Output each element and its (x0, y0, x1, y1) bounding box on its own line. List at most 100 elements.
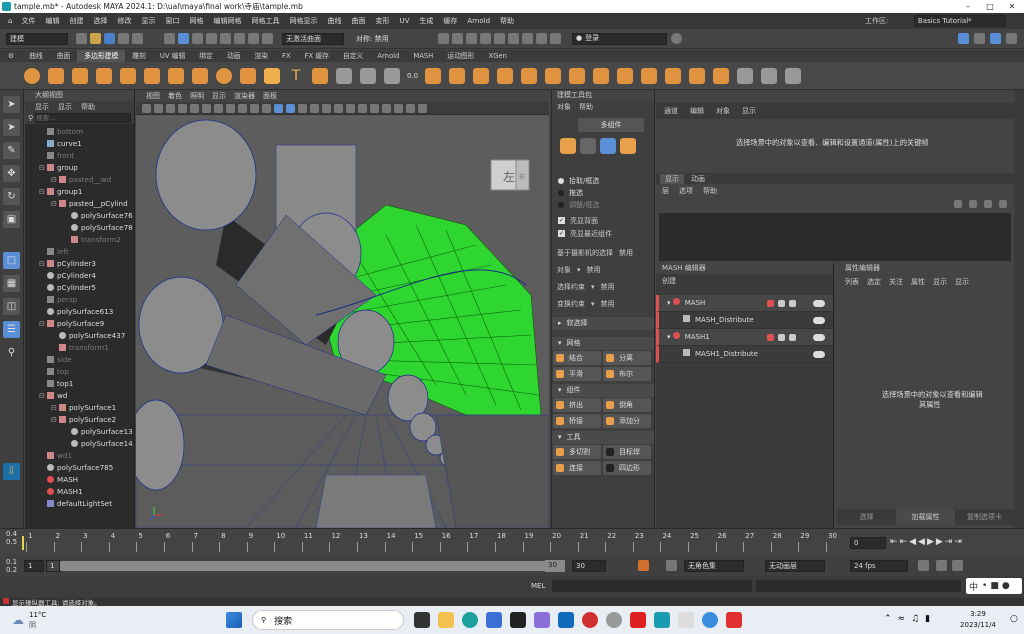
lasso-tool-icon[interactable]: ➤ (3, 119, 20, 136)
attribute-menu-item[interactable]: 显示 (933, 277, 947, 287)
shelf-tab[interactable]: 渲染 (247, 50, 275, 62)
outliner-item[interactable]: pCylinder4 (25, 270, 134, 282)
connect-button[interactable]: 连接 (553, 461, 601, 475)
safe-action-icon[interactable] (249, 103, 259, 113)
combine-button[interactable]: 结合 (553, 351, 601, 365)
expand-icon[interactable]: ⊟ (39, 318, 47, 330)
outliner-item[interactable]: polySurface76 (25, 210, 134, 222)
select-mode-radio[interactable]: 拾取/框选 (552, 175, 654, 187)
shelf-tab[interactable]: XGen (481, 50, 513, 62)
select-mode-radio[interactable]: 拖选 (552, 187, 654, 199)
smooth-icon[interactable] (473, 67, 490, 84)
viewport-menu-item[interactable]: 面板 (259, 90, 281, 102)
menu-item[interactable]: Arnold (462, 13, 495, 29)
expand-icon[interactable]: ⊟ (39, 390, 47, 402)
outliner-item[interactable]: polySurface437 (25, 330, 134, 342)
menu-item[interactable]: 编辑 (40, 13, 64, 29)
mt-menu-help[interactable]: 帮助 (579, 102, 593, 112)
outliner-item[interactable]: polySurface14 (25, 438, 134, 450)
obj-dropdown-icon[interactable]: ▾ (577, 266, 581, 274)
boolean-button[interactable]: 布尔 (603, 367, 651, 381)
outliner-item[interactable]: bottom (25, 126, 134, 138)
select-constraint-value[interactable]: 禁用 (601, 282, 615, 292)
edge-mode-icon[interactable] (600, 138, 616, 154)
outliner-item[interactable]: ⊟ pasted__pCylind (25, 198, 134, 210)
outliner-item[interactable]: ⊟ wd (25, 390, 134, 402)
bridge-button[interactable]: 桥接 (553, 414, 601, 428)
merge-icon[interactable] (617, 67, 634, 84)
maya-taskbar-icon[interactable] (654, 612, 670, 628)
layer-menu-layers[interactable]: 层 (662, 186, 669, 196)
range-bar[interactable] (60, 561, 560, 571)
workspace-dropdown[interactable]: Basics Tutorial* (914, 15, 1006, 27)
mash-toggle[interactable] (813, 317, 825, 324)
time-slider[interactable]: 0.4 0.5 1 2 3 4 5 6 7 8 9 10 11 12 13 14 15 16 17 18 19 20 2… (0, 528, 1024, 556)
hypershade-icon[interactable] (479, 33, 491, 44)
char-set-icon[interactable] (665, 560, 677, 571)
rotate-tool-icon[interactable]: ↻ (3, 188, 20, 205)
resolution-gate-icon[interactable] (213, 103, 223, 113)
shelf-tab[interactable]: 自定义 (336, 50, 370, 62)
pause-icon[interactable] (535, 33, 547, 44)
play-back-icon[interactable]: ◀ (918, 537, 925, 547)
menuset-dropdown[interactable]: 建模 (6, 32, 68, 45)
lights-icon[interactable] (309, 103, 319, 113)
separate-button[interactable]: 分离 (603, 351, 651, 365)
multi-cut-icon[interactable] (761, 67, 778, 84)
right-panel-strip[interactable] (1014, 90, 1024, 528)
menu-item[interactable]: 曲线 (322, 13, 346, 29)
go-to-end-icon[interactable]: ⇥ (954, 537, 962, 547)
menu-item[interactable]: UV (394, 13, 414, 29)
soft-select-section[interactable]: ▸ 软选择 (552, 317, 654, 330)
poly-cylinder-icon[interactable] (72, 67, 88, 84)
menu-item[interactable]: 变形 (370, 13, 394, 29)
outliner-item[interactable]: curve1 (25, 138, 134, 150)
arnold-render-icon[interactable] (507, 33, 519, 44)
outliner-item[interactable]: pCylinder5 (25, 282, 134, 294)
select-hierarchy-icon[interactable] (163, 33, 175, 44)
poly-disc-icon[interactable] (168, 67, 184, 84)
quad-draw-icon[interactable] (737, 67, 754, 84)
bevel-button[interactable]: 倒角 (603, 398, 651, 412)
menu-item[interactable]: 网格显示 (284, 13, 322, 29)
menu-item[interactable]: 选择 (88, 13, 112, 29)
outliner-menu-help[interactable]: 帮助 (81, 102, 95, 112)
link-icon[interactable] (789, 300, 796, 307)
smooth-shade-icon[interactable] (273, 103, 283, 113)
maximize-icon[interactable]: □ (980, 0, 1000, 13)
xray-icon[interactable] (381, 103, 391, 113)
shelf-tab[interactable]: 雕刻 (125, 50, 153, 62)
mash-toggle[interactable] (813, 300, 825, 307)
viewport-menu-item[interactable]: 着色 (164, 90, 186, 102)
menu-item[interactable]: 生成 (414, 13, 438, 29)
shelf-tab[interactable]: FX 缓存 (298, 50, 336, 62)
copy-icon[interactable] (778, 300, 785, 307)
single-view-icon[interactable]: □ (3, 252, 20, 269)
components-section[interactable]: ▾ 组件 (552, 384, 654, 397)
collapse-arrow-icon[interactable]: ▾ (667, 333, 673, 341)
shelf-tab[interactable]: 曲面 (50, 50, 78, 62)
ime-label[interactable]: 中 (969, 580, 978, 593)
layer-menu-options[interactable]: 选项 (679, 186, 693, 196)
color-management-icon[interactable] (417, 103, 427, 113)
select-constraint-dropdown-icon[interactable]: ▾ (591, 283, 595, 291)
render-frame-icon[interactable] (437, 33, 449, 44)
copy-icon[interactable] (778, 334, 785, 341)
avatar-app-icon[interactable] (606, 612, 622, 628)
select-mode-radio[interactable]: 调整/框选 (552, 199, 654, 211)
notes-icon[interactable] (678, 612, 694, 628)
menu-item[interactable]: 修改 (112, 13, 136, 29)
new-layer-icon[interactable] (983, 200, 992, 208)
new-scene-icon[interactable] (75, 33, 87, 44)
face-mode-icon[interactable] (620, 138, 636, 154)
outliner-item[interactable]: transform2 (25, 234, 134, 246)
viewport-menu-item[interactable]: 视图 (142, 90, 164, 102)
outliner-item[interactable]: ⊟ polySurface9 (25, 318, 134, 330)
shadows-icon[interactable] (321, 103, 331, 113)
extrude-icon[interactable] (521, 67, 538, 84)
menu-item[interactable]: 曲面 (346, 13, 370, 29)
bridge-icon[interactable] (545, 67, 562, 84)
channel-menu-edit[interactable]: 编辑 (690, 106, 704, 116)
mirror-icon[interactable] (713, 67, 730, 84)
outliner-item[interactable]: ⊟ polySurface1 (25, 402, 134, 414)
